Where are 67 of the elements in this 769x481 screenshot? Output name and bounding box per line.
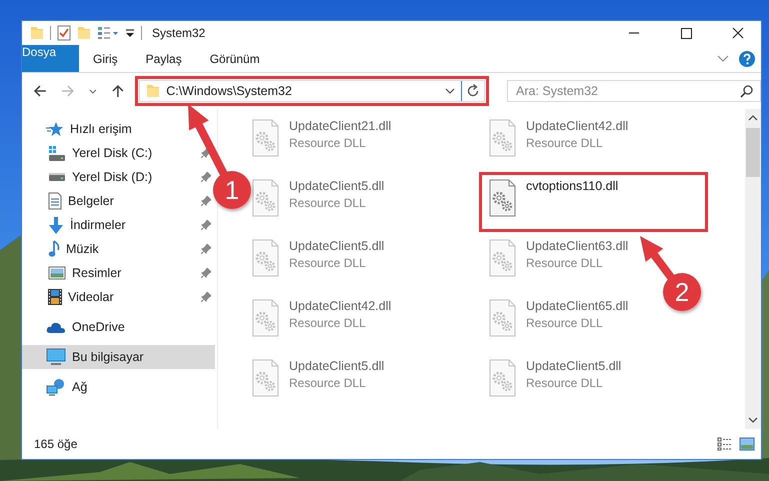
sidebar-item[interactable]: İndirmeler	[22, 213, 130, 237]
file-name[interactable]: UpdateClient5.dll	[289, 239, 384, 253]
properties-icon[interactable]	[57, 25, 71, 41]
folder-icon	[146, 84, 160, 98]
sidebar-item[interactable]: OneDrive	[22, 315, 129, 339]
pin-icon[interactable]	[201, 196, 211, 206]
sidebar-item[interactable]: Yerel Disk (D:)	[22, 165, 156, 189]
pin-icon[interactable]	[201, 244, 211, 254]
file-name[interactable]: UpdateClient42.dll	[526, 119, 628, 133]
sidebar-item[interactable]: Ağ	[22, 375, 92, 399]
picture-icon	[48, 266, 66, 280]
download-arrow-icon	[48, 216, 64, 234]
drive-icon	[48, 146, 66, 160]
refresh-icon[interactable]	[466, 84, 480, 98]
file-name[interactable]: UpdateClient65.dll	[526, 299, 628, 313]
pin-icon[interactable]	[201, 148, 211, 158]
large-icons-view-icon[interactable]	[739, 437, 755, 451]
dropdown-icon[interactable]	[125, 27, 135, 39]
sidebar-item[interactable]: Müzik	[22, 237, 103, 261]
details-view-icon[interactable]	[717, 437, 733, 451]
ribbon-tab[interactable]: Paylaş	[132, 45, 196, 72]
file-type: Resource DLL	[526, 256, 604, 270]
sidebar-item[interactable]: Belgeler	[22, 189, 118, 213]
file-name[interactable]: UpdateClient42.dll	[289, 299, 392, 313]
sidebar-item[interactable]: Videolar	[22, 285, 118, 309]
file-type: Resource DLL	[289, 316, 367, 330]
film-strip-icon	[48, 288, 62, 306]
pin-icon[interactable]	[201, 172, 211, 182]
pin-icon[interactable]	[201, 268, 211, 278]
file-type: Resource DLL	[289, 256, 367, 270]
search-field[interactable]: Ara: System32	[507, 80, 762, 102]
file-name[interactable]: UpdateClient5.dll	[289, 179, 384, 193]
computer-icon	[46, 348, 66, 366]
sidebar-item[interactable]: Hızlı erişim	[22, 117, 136, 141]
dropdown-icon[interactable]	[445, 88, 456, 94]
cloud-icon	[46, 321, 66, 333]
document-icon	[48, 192, 62, 210]
file-name[interactable]: cvtoptions110.dll	[526, 179, 618, 193]
file-type: Resource DLL	[289, 136, 367, 150]
ribbon-tab[interactable]: Görünüm	[196, 45, 274, 72]
file-type: Resource DLL	[526, 136, 604, 150]
file-type: Resource DLL	[526, 376, 604, 390]
file-name[interactable]: UpdateClient21.dll	[289, 119, 392, 133]
file-name[interactable]: UpdateClient63.dll	[526, 239, 628, 253]
file-type: Resource DLL	[526, 316, 604, 330]
drive-icon	[48, 173, 66, 181]
view-options-icon[interactable]	[97, 26, 119, 40]
pin-icon[interactable]	[201, 220, 211, 230]
network-icon	[46, 378, 66, 396]
music-note-icon	[48, 240, 60, 258]
expand-ribbon-icon[interactable]	[717, 55, 729, 62]
file-name[interactable]: UpdateClient5.dll	[289, 359, 384, 373]
scrollbar-thumb[interactable]	[746, 128, 760, 177]
pin-icon[interactable]	[201, 292, 211, 302]
file-tab[interactable]: Dosya	[22, 45, 79, 72]
file-type: Resource DLL	[289, 376, 367, 390]
help-icon[interactable]	[739, 50, 755, 66]
window-title: System32	[152, 26, 206, 40]
sidebar-item[interactable]: Bu bilgisayar	[22, 345, 215, 369]
search-icon[interactable]	[740, 85, 754, 98]
item-count: 165 öğe	[34, 437, 78, 451]
sidebar-item[interactable]: Yerel Disk (C:)	[22, 141, 156, 165]
star-icon	[46, 121, 64, 137]
sidebar-item[interactable]: Resimler	[22, 261, 126, 285]
file-type: Resource DLL	[289, 196, 367, 210]
ribbon-tab[interactable]: Giriş	[79, 45, 132, 72]
file-name[interactable]: UpdateClient5.dll	[526, 359, 622, 373]
